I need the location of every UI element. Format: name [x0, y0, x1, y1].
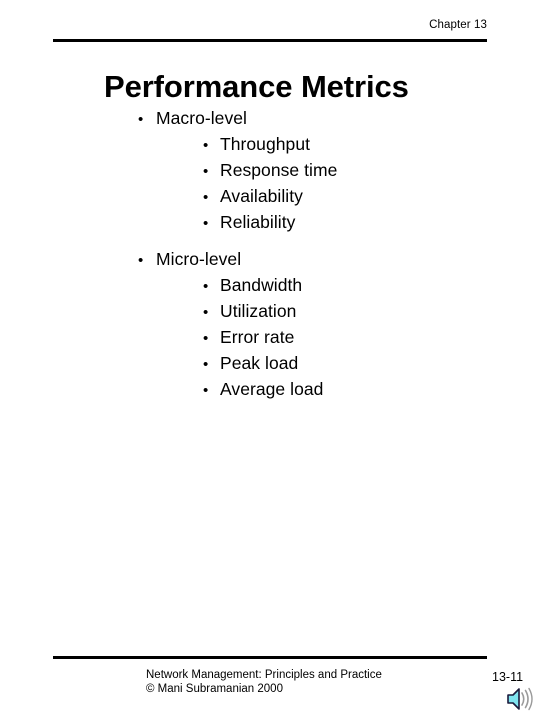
bullet-point-icon: •	[203, 163, 209, 180]
bullet-point-icon: •	[203, 189, 209, 206]
bullet-point-icon: •	[203, 278, 209, 295]
page-number: 13-11	[492, 670, 524, 684]
bullet-sub-label: Bandwidth	[220, 275, 303, 295]
bullet-point-icon: •	[203, 382, 209, 399]
page-title: Performance Metrics	[104, 68, 409, 104]
bullet-sub-label: Utilization	[220, 301, 297, 321]
list-item: • Micro-level	[0, 247, 540, 273]
bullet-sub-label: Reliability	[220, 212, 296, 232]
bullet-sub-label: Error rate	[220, 327, 295, 347]
list-item: • Response time	[0, 158, 540, 184]
list-item: • Availability	[0, 184, 540, 210]
bullet-group-micro: • Micro-level • Bandwidth • Utilization …	[0, 247, 540, 403]
bullet-point-icon: •	[138, 111, 144, 128]
footer-credit-line-2: © Mani Subramanian 2000	[146, 683, 283, 695]
bullet-point-icon: •	[203, 356, 209, 373]
bullet-group-macro: • Macro-level • Throughput • Response ti…	[0, 106, 540, 236]
list-item: • Peak load	[0, 351, 540, 377]
bullet-point-icon: •	[203, 330, 209, 347]
header-divider	[53, 39, 487, 42]
bullet-sub-label: Peak load	[220, 353, 299, 373]
bullet-point-icon: •	[203, 304, 209, 321]
list-item: • Utilization	[0, 299, 540, 325]
footer-divider	[53, 656, 487, 659]
list-item: • Bandwidth	[0, 273, 540, 299]
list-item: • Macro-level	[0, 106, 540, 132]
bullet-point-icon: •	[138, 252, 144, 269]
bullet-point-icon: •	[203, 137, 209, 154]
footer-credit: Network Management: Principles and Pract…	[146, 668, 382, 696]
list-item: • Reliability	[0, 210, 540, 236]
bullet-sub-label: Average load	[220, 379, 324, 399]
speaker-icon[interactable]	[506, 686, 534, 712]
bullet-point-icon: •	[203, 215, 209, 232]
list-item: • Error rate	[0, 325, 540, 351]
list-item: • Average load	[0, 377, 540, 403]
bullet-heading-label: Micro-level	[156, 249, 242, 269]
bullet-sub-label: Response time	[220, 160, 338, 180]
bullet-heading-label: Macro-level	[156, 108, 247, 128]
bullet-sub-label: Availability	[220, 186, 303, 206]
slide: Chapter 13 Performance Metrics • Macro-l…	[0, 0, 540, 720]
chapter-label: Chapter 13	[429, 19, 487, 31]
bullet-sub-label: Throughput	[220, 134, 311, 154]
list-item: • Throughput	[0, 132, 540, 158]
footer-credit-line-1: Network Management: Principles and Pract…	[146, 669, 382, 681]
